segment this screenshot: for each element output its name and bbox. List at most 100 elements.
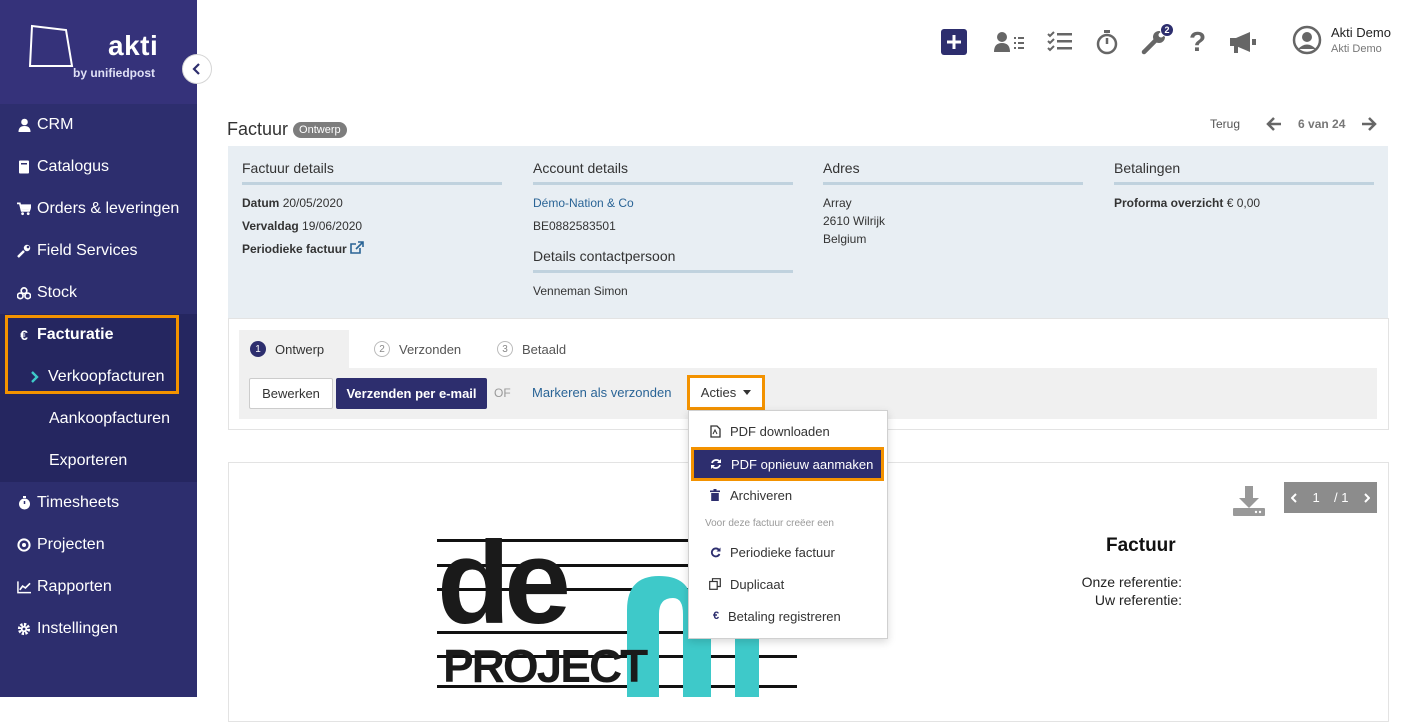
- sidebar-item-label: Timesheets: [37, 494, 120, 511]
- step-label: Ontwerp: [275, 341, 325, 357]
- sidebar-item-projecten[interactable]: Projecten: [0, 524, 197, 566]
- copy-icon: [709, 578, 721, 590]
- back-link[interactable]: Terug: [1210, 117, 1240, 131]
- your-reference-label: Uw referentie:: [1094, 592, 1182, 608]
- duplicate-label: Duplicaat: [730, 576, 785, 592]
- next-record-button[interactable]: [1361, 116, 1378, 132]
- refresh-icon: [710, 458, 722, 470]
- current-page: 1: [1312, 490, 1320, 505]
- stopwatch-icon: [1096, 30, 1118, 55]
- tools-button[interactable]: 2: [1141, 23, 1174, 55]
- acties-dropdown-menu: PDF downloaden PDF opnieuw aanmaken Arch…: [688, 410, 888, 639]
- book-icon: [17, 160, 31, 174]
- contacts-button[interactable]: [993, 30, 1025, 54]
- help-button[interactable]: ?: [1189, 26, 1207, 57]
- sidebar-item-field-services[interactable]: Field Services: [0, 230, 197, 272]
- next-page-button[interactable]: [1363, 492, 1370, 503]
- cubes-icon: [17, 286, 31, 300]
- announcements-button[interactable]: [1228, 30, 1258, 54]
- help-icon: ?: [1189, 26, 1207, 57]
- create-section-header: Voor deze factuur creëer een: [705, 518, 834, 529]
- status-badge: Ontwerp: [293, 121, 347, 138]
- stopwatch-icon: [17, 496, 31, 510]
- pdf-regenerate-label: PDF opnieuw aanmaken: [731, 456, 874, 472]
- logo-text-bottom: project: [443, 640, 648, 692]
- factuur-details-heading: Factuur details: [242, 160, 502, 185]
- proforma-value: € 0,00: [1226, 196, 1261, 210]
- periodic-invoice-item[interactable]: Periodieke factuur: [689, 537, 887, 567]
- register-payment-item[interactable]: € Betaling registreren: [689, 601, 887, 631]
- record-pager: Terug 6 van 24: [1210, 116, 1378, 132]
- address-heading: Adres: [823, 160, 1083, 185]
- user-company: Akti Demo: [1331, 43, 1382, 55]
- plus-icon: [941, 29, 967, 55]
- wrench-icon: [17, 244, 31, 258]
- tasks-button[interactable]: [1047, 30, 1073, 54]
- prev-record-button[interactable]: [1266, 116, 1282, 132]
- chevron-left-icon: [1291, 492, 1297, 503]
- trash-icon: [709, 489, 721, 501]
- pdf-regenerate-item[interactable]: PDF opnieuw aanmaken: [691, 447, 884, 481]
- periodic-invoice-label: Periodieke factuur: [730, 544, 835, 560]
- topbar-icons: 2 ?: [941, 23, 1280, 57]
- download-icon: [1233, 486, 1265, 516]
- periodieke-factuur-label: Periodieke factuur: [242, 242, 347, 256]
- sidebar-item-exporteren[interactable]: Exporteren: [0, 440, 197, 482]
- page-title-text: Factuur: [227, 119, 289, 139]
- proforma-label: Proforma overzicht: [1114, 196, 1224, 210]
- mark-as-sent-link[interactable]: Markeren als verzonden: [532, 385, 671, 400]
- our-reference-label: Onze referentie:: [1081, 574, 1182, 590]
- sidebar-item-rapporten[interactable]: Rapporten: [0, 566, 197, 608]
- prev-page-button[interactable]: [1291, 492, 1298, 503]
- preview-pager: 1 / 1: [1284, 482, 1377, 513]
- account-name-link[interactable]: Démo-Nation & Co: [533, 195, 793, 211]
- edit-button[interactable]: Bewerken: [249, 378, 333, 409]
- send-email-button[interactable]: Verzenden per e-mail: [336, 378, 487, 409]
- account-vat: BE0882583501: [533, 219, 616, 233]
- address-line2: 2610 Wilrijk: [823, 214, 886, 228]
- arrow-right-icon: [1362, 117, 1378, 131]
- brand-name: akti: [108, 30, 159, 61]
- register-payment-label: Betaling registreren: [728, 608, 841, 624]
- acties-dropdown-button[interactable]: Acties: [687, 375, 765, 410]
- archive-item[interactable]: Archiveren: [689, 480, 887, 510]
- or-separator: OF: [494, 386, 511, 400]
- brand-sub: by unifiedpost: [73, 66, 155, 80]
- add-button[interactable]: [941, 29, 967, 55]
- external-link-icon[interactable]: [350, 241, 364, 258]
- step-ontwerp[interactable]: 1 Ontwerp: [239, 330, 349, 368]
- notification-badge: 2: [1160, 23, 1174, 37]
- logo-text-top: de: [437, 538, 571, 649]
- address-details: Adres Array 2610 Wilrijk Belgium: [823, 160, 1083, 249]
- payments-heading: Betalingen: [1114, 160, 1374, 185]
- pdf-download-item[interactable]: PDF downloaden: [689, 416, 887, 446]
- redo-icon: [709, 547, 721, 558]
- duplicate-item[interactable]: Duplicaat: [689, 569, 887, 599]
- sidebar-item-timesheets[interactable]: Timesheets: [0, 482, 197, 524]
- sidebar-item-aankoopfacturen[interactable]: Aankoopfacturen: [0, 398, 197, 440]
- step-verzonden[interactable]: 2 Verzonden: [374, 330, 461, 368]
- cart-icon: [17, 202, 31, 216]
- record-position: 6 van 24: [1298, 117, 1346, 131]
- download-pdf-button[interactable]: [1233, 486, 1265, 519]
- sidebar-item-label: Field Services: [37, 242, 138, 259]
- euro-icon: €: [712, 610, 720, 622]
- chevron-left-icon: [192, 63, 200, 75]
- sidebar-item-stock[interactable]: Stock: [0, 272, 197, 314]
- step-betaald[interactable]: 3 Betaald: [497, 330, 566, 368]
- user-menu[interactable]: Akti Demo Akti Demo: [1292, 25, 1391, 55]
- file-pdf-icon: [709, 424, 721, 438]
- sidebar-item-label: Catalogus: [37, 158, 110, 175]
- step-label: Verzonden: [399, 341, 462, 357]
- sidebar-item-label: Exporteren: [49, 452, 128, 469]
- sidebar-item-crm[interactable]: CRM: [0, 104, 197, 146]
- timer-button[interactable]: [1095, 29, 1119, 55]
- user-icon: [17, 118, 31, 132]
- sidebar-item-label: Aankoopfacturen: [49, 410, 170, 427]
- contact-name: Venneman Simon: [533, 284, 628, 298]
- sidebar-item-orders[interactable]: Orders & leveringen: [0, 188, 197, 230]
- sidebar-item-label: Projecten: [37, 536, 105, 553]
- collapse-sidebar-button[interactable]: [182, 54, 212, 84]
- sidebar-item-instellingen[interactable]: Instellingen: [0, 608, 197, 650]
- sidebar-item-catalogus[interactable]: Catalogus: [0, 146, 197, 188]
